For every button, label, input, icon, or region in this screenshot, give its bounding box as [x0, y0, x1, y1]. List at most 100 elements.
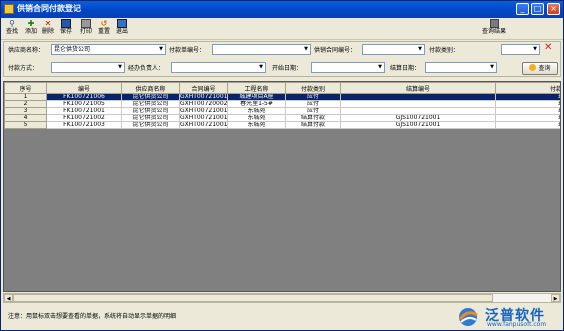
- chevron-down-icon[interactable]: ▼: [531, 45, 539, 54]
- supplier-select[interactable]: 昆仑供货公司 ▼: [51, 44, 166, 55]
- scroll-thumb[interactable]: [13, 294, 493, 302]
- payment-no-select[interactable]: ▼: [212, 44, 311, 55]
- chevron-down-icon[interactable]: ▼: [488, 63, 496, 72]
- column-header[interactable]: 供应商名称: [121, 82, 180, 94]
- settle-date-label: 结算日期：: [390, 65, 421, 72]
- settle-date-picker[interactable]: ▼: [425, 62, 497, 73]
- payment-method-label: 付款方式：: [8, 65, 39, 72]
- cell-project: 东城苑: [227, 114, 286, 122]
- row-number: 3: [4, 107, 47, 115]
- status-note: 注意：用鼠标双击想要查看的单据，系统将自动显示单据的明细: [8, 313, 177, 320]
- cell-payment: 现: [495, 107, 560, 115]
- payment-type-select[interactable]: ▼: [501, 44, 540, 55]
- scroll-right-icon[interactable]: ▶: [551, 294, 560, 302]
- table-row[interactable]: 5 FK100721003 昆仑供货公司 GXHT00721001 东城苑 结算…: [4, 121, 560, 129]
- cell-project: 城建项目A座: [227, 93, 286, 101]
- print-icon: [81, 19, 91, 28]
- save-button[interactable]: 保存: [57, 19, 75, 39]
- payment-table: 序号 编号 供应商名称 合同编号 工程名称 付款类别 结算编号 付款 1 FK1…: [4, 82, 560, 129]
- column-header[interactable]: 付款: [495, 82, 560, 94]
- cell-supplier: 昆仑供货公司: [121, 107, 180, 115]
- start-date-label: 开始日期：: [272, 65, 303, 72]
- handler-select[interactable]: ▼: [171, 62, 266, 73]
- cell-settle-no: [340, 93, 496, 101]
- delete-icon: ✕: [44, 19, 52, 28]
- cell-payment: 现: [495, 100, 560, 108]
- data-grid[interactable]: 序号 编号 供应商名称 合同编号 工程名称 付款类别 结算编号 付款 1 FK1…: [3, 81, 561, 292]
- exit-button[interactable]: 退出: [113, 19, 131, 39]
- exit-label: 退出: [115, 28, 128, 35]
- row-number: 2: [4, 100, 47, 108]
- scroll-left-icon[interactable]: ◀: [4, 294, 13, 302]
- title-bar[interactable]: 供销合同付款登记 _ □ ×: [1, 1, 563, 18]
- column-header[interactable]: 序号: [4, 82, 47, 94]
- cell-settle-no: GJS100721001: [340, 121, 496, 129]
- close-button[interactable]: ×: [547, 3, 560, 15]
- cell-payment: 现: [495, 114, 560, 122]
- query-button[interactable]: 查询: [522, 62, 558, 75]
- column-header[interactable]: 工程名称: [227, 82, 286, 94]
- row-number: 5: [4, 121, 47, 129]
- cell-settle-no: GJS100721001: [340, 114, 496, 122]
- payment-method-select[interactable]: ▼: [51, 62, 125, 73]
- column-header[interactable]: 编号: [46, 82, 122, 94]
- table-row[interactable]: 1 FK100721006 昆仑供货公司 GXHT00721001 城建项目A座…: [4, 93, 560, 101]
- cell-project: 东城苑: [227, 107, 286, 115]
- app-window: 供销合同付款登记 _ □ × ⚲ 查找 ✚ 添加 ✕ 删除 保存 打印 ↺ 重置: [0, 0, 564, 331]
- chevron-down-icon[interactable]: ▼: [416, 45, 424, 54]
- cell-payment-type: 应付: [285, 93, 341, 101]
- maximize-button[interactable]: □: [531, 3, 544, 15]
- cell-payment: 现: [495, 121, 560, 129]
- toolbar: ⚲ 查找 ✚ 添加 ✕ 删除 保存 打印 ↺ 重置 退出 查询结果: [1, 18, 563, 40]
- clear-icon[interactable]: ✕: [544, 43, 554, 53]
- calculator-icon: [489, 19, 499, 28]
- table-row[interactable]: 3 FK100721001 昆仑供货公司 GXHT00721001 东城苑 应付…: [4, 107, 560, 115]
- binoculars-icon: ⚲: [9, 19, 15, 28]
- query-result-button[interactable]: 查询结果: [477, 19, 511, 39]
- brand-url: www.fanpusoft.com: [487, 321, 547, 328]
- table-row[interactable]: 4 FK100721002 昆仑供货公司 GXHT00721001 东城苑 结算…: [4, 114, 560, 122]
- row-number: 1: [4, 93, 47, 101]
- minimize-button[interactable]: _: [516, 3, 529, 15]
- column-header[interactable]: 合同编号: [179, 82, 228, 94]
- logo-mark-icon: [458, 308, 478, 326]
- reset-icon: ↺: [100, 19, 108, 28]
- query-button-label: 查询: [538, 65, 551, 72]
- cell-payment-type: 结算付款: [285, 114, 341, 122]
- supplier-value: 昆仑供货公司: [54, 46, 91, 53]
- cell-payment-type: 应付: [285, 107, 341, 115]
- cell-payment-no: FK100721002: [46, 114, 122, 122]
- supplier-label: 供应商名称：: [8, 47, 45, 54]
- horizontal-scrollbar[interactable]: ◀ ▶: [3, 293, 561, 303]
- cell-contract-no: GXHT00721001: [179, 121, 228, 129]
- payment-no-label: 付款单编号：: [169, 47, 206, 54]
- contract-no-select[interactable]: ▼: [362, 44, 425, 55]
- cell-contract-no: GXHT00721001: [179, 93, 228, 101]
- cell-supplier: 昆仑供货公司: [121, 100, 180, 108]
- cell-payment-no: FK100721005: [46, 100, 122, 108]
- column-header[interactable]: 付款类别: [285, 82, 341, 94]
- handler-label: 经办负责人：: [128, 65, 165, 72]
- payment-type-label: 付款类别：: [429, 47, 460, 54]
- column-header[interactable]: 结算编号: [340, 82, 496, 94]
- row-number: 4: [4, 114, 47, 122]
- window-title: 供销合同付款登记: [17, 4, 81, 13]
- cell-settle-no: [340, 100, 496, 108]
- cell-payment-no: FK100721006: [46, 93, 122, 101]
- filter-panel: 供应商名称： 昆仑供货公司 ▼ 付款单编号： ▼ 供销合同编号： ▼ 付款类别：…: [3, 41, 561, 77]
- chevron-down-icon[interactable]: ▼: [116, 63, 124, 72]
- cell-settle-no: [340, 107, 496, 115]
- table-header-row: 序号 编号 供应商名称 合同编号 工程名称 付款类别 结算编号 付款: [4, 82, 560, 94]
- start-date-picker[interactable]: ▼: [311, 62, 385, 73]
- cell-contract-no: GXHT00720002: [179, 100, 228, 108]
- chevron-down-icon[interactable]: ▼: [257, 63, 265, 72]
- save-icon: [61, 19, 71, 28]
- chevron-down-icon[interactable]: ▼: [157, 45, 165, 54]
- search-icon: [529, 64, 537, 71]
- cell-supplier: 昆仑供货公司: [121, 114, 180, 122]
- table-row[interactable]: 2 FK100721005 昆仑供货公司 GXHT00720002 春光里1-5…: [4, 100, 560, 108]
- chevron-down-icon[interactable]: ▼: [376, 63, 384, 72]
- chevron-down-icon[interactable]: ▼: [302, 45, 310, 54]
- cell-contract-no: GXHT00721001: [179, 114, 228, 122]
- cell-payment-type: 结算付款: [285, 121, 341, 129]
